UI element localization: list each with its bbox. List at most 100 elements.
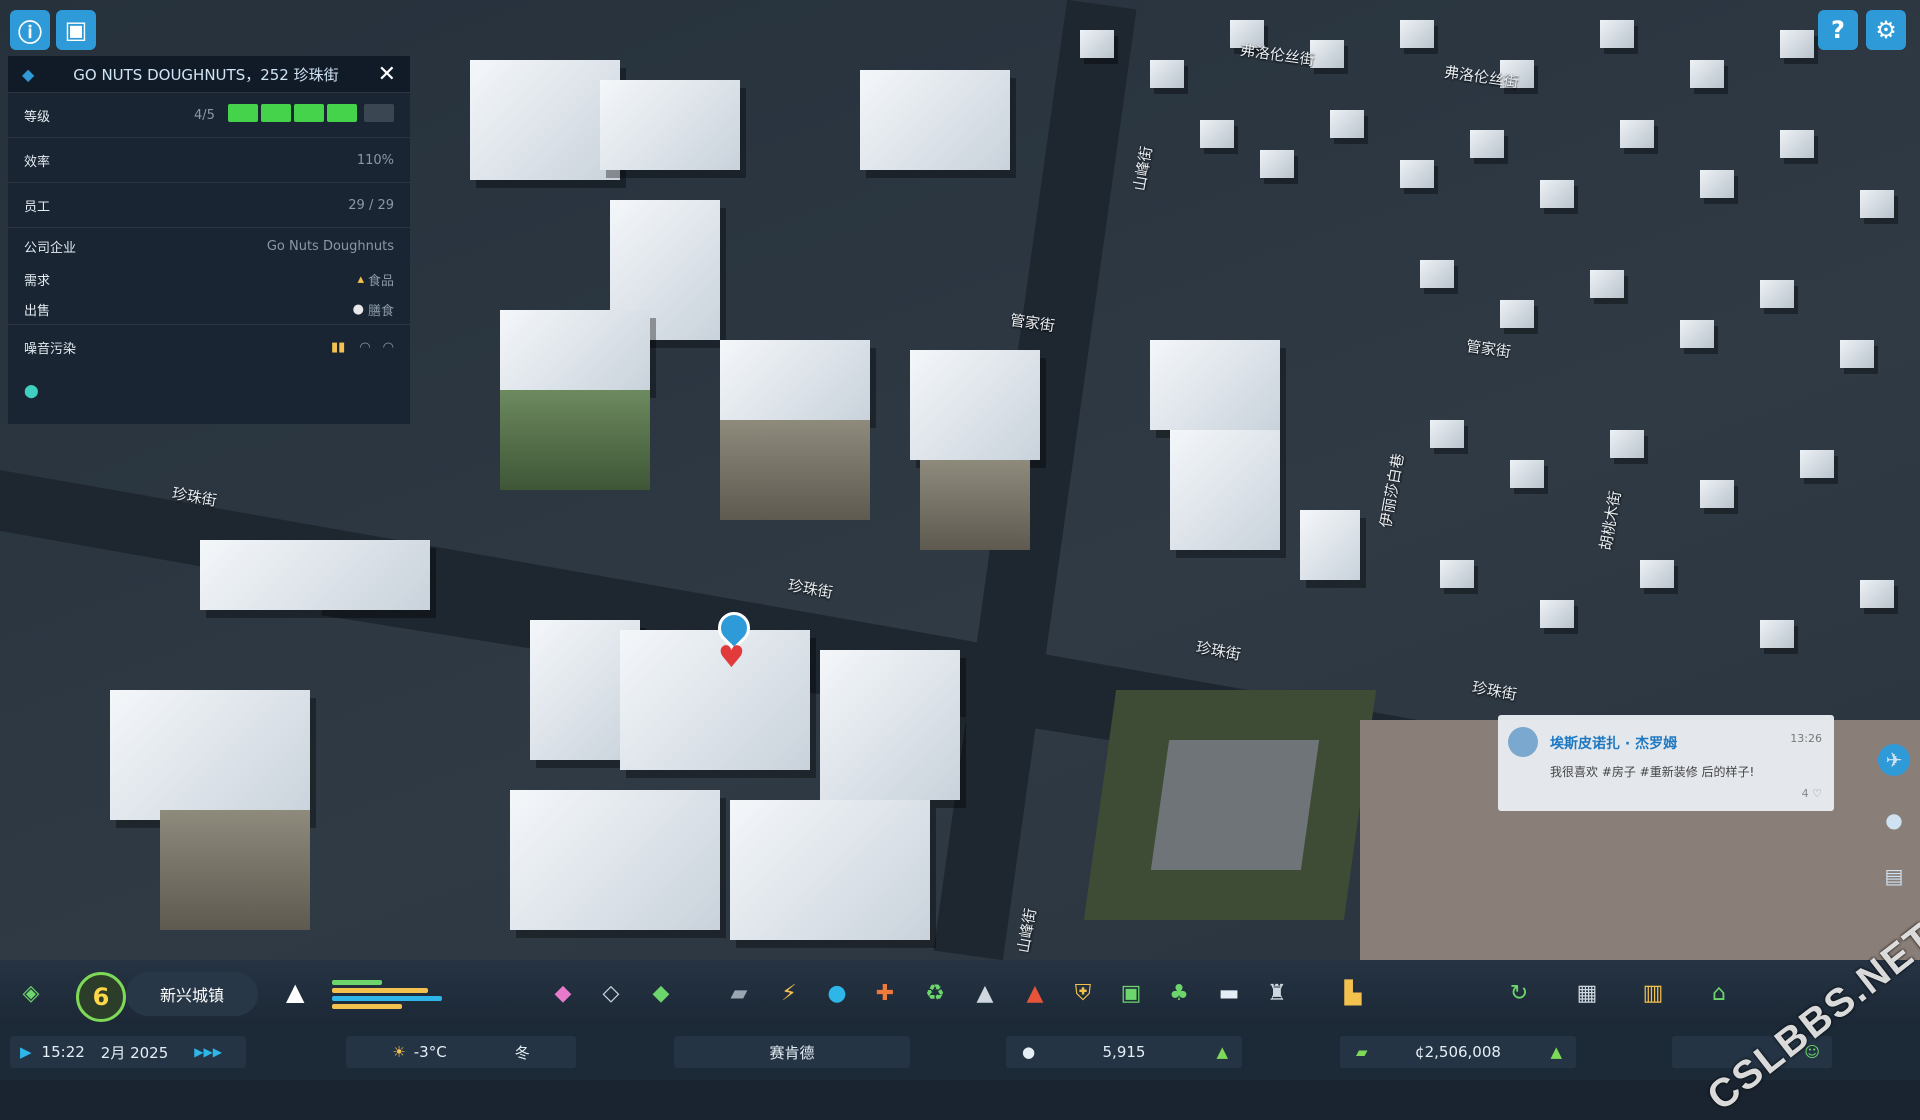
layers-icon[interactable]: ◆ bbox=[22, 65, 34, 84]
sun-icon: ☀ bbox=[392, 1043, 406, 1061]
demand-row: 需求 ▴ 食品 bbox=[24, 271, 394, 289]
help-button[interactable]: ? bbox=[1818, 10, 1858, 50]
bottom-toolbar: ◈ ▲ ◆ ◇ ◆ ▰ ⚡ ● ✚ ♻ ▲ ▲ ⛨ ▣ ♣ ▬ ♜ ▙ ↻ ▦ … bbox=[0, 960, 1920, 1026]
city-info-button[interactable]: ▲ bbox=[282, 974, 462, 1014]
locate-pin-icon[interactable]: ⬤ bbox=[24, 384, 39, 399]
map-overview-button[interactable]: ▦ bbox=[1570, 976, 1604, 1010]
landscaping-tool[interactable]: ◆ bbox=[644, 976, 678, 1010]
chirp-author[interactable]: 埃斯皮诺扎 · 杰罗姆 bbox=[1550, 733, 1677, 753]
milestone-badge[interactable]: 6 bbox=[76, 972, 126, 1022]
efficiency-row: 效率 110% bbox=[8, 137, 410, 182]
electricity-tool[interactable]: ⚡ bbox=[772, 976, 806, 1010]
locate-row: ⬤ bbox=[8, 369, 410, 413]
noise-level-icon: ▮▮ bbox=[331, 339, 346, 355]
play-icon[interactable]: ▶ bbox=[20, 1043, 32, 1061]
health-icon: ✚ bbox=[875, 980, 895, 1006]
speed-icon[interactable]: ▶▶▶ bbox=[194, 1045, 222, 1059]
bar-chart-icon: ▥ bbox=[1642, 980, 1664, 1006]
tree-icon: ♣ bbox=[1169, 980, 1189, 1006]
gear-icon: ⚙ bbox=[1875, 16, 1897, 44]
road-icon: ▰ bbox=[730, 980, 748, 1006]
person-icon: ● bbox=[1885, 808, 1903, 832]
level-bar bbox=[225, 104, 394, 126]
money-balance: ¢2,506,008 bbox=[1415, 1043, 1501, 1061]
education-tool[interactable]: ▲ bbox=[968, 976, 1002, 1010]
employees-row: 员工 29 / 29 bbox=[8, 182, 410, 227]
photo-mode-button[interactable]: ▣ bbox=[56, 10, 96, 50]
panel-header: ◆ GO NUTS DOUGHNUTS，252 珍珠街 ✕ bbox=[8, 56, 410, 92]
chirper-button[interactable]: ✈ bbox=[1878, 744, 1910, 776]
bulldozer-tool[interactable]: ▙ bbox=[1336, 976, 1370, 1010]
season: 冬 bbox=[514, 1043, 530, 1062]
info-view-button[interactable]: ⓘ bbox=[10, 10, 50, 50]
communications-tool[interactable]: ▬ bbox=[1212, 976, 1246, 1010]
game-date: 2月 2025 bbox=[100, 1043, 169, 1062]
street-label: 山峰街 bbox=[1130, 144, 1156, 193]
area-tool[interactable]: ◇ bbox=[594, 976, 628, 1010]
photo-mode-icon: ▣ bbox=[64, 16, 88, 44]
weather-box[interactable]: ☀ -3°C 冬 bbox=[346, 1036, 576, 1068]
healthcare-tool[interactable]: ✚ bbox=[868, 976, 902, 1010]
headphones-icon: ◠ bbox=[359, 339, 371, 355]
monument-icon: ♜ bbox=[1267, 980, 1287, 1006]
game-time: 15:22 bbox=[41, 1043, 85, 1061]
money-icon: ▰ bbox=[1356, 1043, 1368, 1061]
economy-button[interactable]: ⌂ bbox=[1702, 976, 1736, 1010]
chirp-likes[interactable]: 4 ♡ bbox=[1802, 787, 1822, 800]
mayor-box[interactable]: 赛肯德 bbox=[674, 1036, 910, 1068]
city-name[interactable]: 新兴城镇 bbox=[126, 972, 258, 1016]
journal-icon: ▤ bbox=[1884, 864, 1904, 888]
temperature: -3°C bbox=[413, 1043, 447, 1061]
garbage-tool[interactable]: ♻ bbox=[918, 976, 952, 1010]
map-tiles-button[interactable]: ◈ bbox=[14, 976, 48, 1010]
level-row: 等级 4/5 bbox=[8, 92, 410, 137]
shield-icon: ⛨ bbox=[1074, 980, 1092, 1006]
mayor-name: 赛肯德 bbox=[769, 1043, 815, 1062]
fire-icon: ▲ bbox=[1026, 980, 1044, 1006]
progression-button[interactable]: ↻ bbox=[1502, 976, 1536, 1010]
chirp-time: 13:26 bbox=[1790, 732, 1822, 745]
avatar bbox=[1508, 727, 1538, 757]
population-count: 5,915 bbox=[1102, 1043, 1146, 1061]
fire-tool[interactable]: ▲ bbox=[1018, 976, 1052, 1010]
lightning-icon: ⚡ bbox=[781, 980, 797, 1006]
money-box[interactable]: ▰ ¢2,506,008 ▲ bbox=[1340, 1036, 1576, 1068]
map-icon: ▦ bbox=[1576, 980, 1598, 1006]
police-tool[interactable]: ⛨ bbox=[1066, 976, 1100, 1010]
trend-up-icon: ▲ bbox=[1216, 1043, 1228, 1061]
chirper-notification[interactable]: 埃斯皮诺扎 · 杰罗姆 13:26 我很喜欢 #房子 #重新装修 后的样子! 4… bbox=[1498, 715, 1834, 811]
panel-title: GO NUTS DOUGHNUTS，252 珍珠街 bbox=[73, 65, 339, 84]
street-label: 珍珠街 bbox=[786, 576, 835, 602]
parks-tool[interactable]: ♣ bbox=[1162, 976, 1196, 1010]
street-label: 山峰街 bbox=[1014, 906, 1040, 955]
statistics-button[interactable]: ▥ bbox=[1636, 976, 1670, 1010]
food-icon: ▴ bbox=[357, 271, 364, 287]
street-label: 伊丽莎白巷 bbox=[1376, 452, 1408, 530]
settings-button[interactable]: ⚙ bbox=[1866, 10, 1906, 50]
landscaping-icon: ◆ bbox=[652, 980, 670, 1006]
info-icon: ⓘ bbox=[18, 18, 42, 47]
company-row: 公司企业 Go Nuts Doughnuts bbox=[8, 227, 410, 264]
water-drop-icon: ● bbox=[827, 980, 847, 1006]
trend-up-icon: ▲ bbox=[1550, 1043, 1562, 1061]
population-box[interactable]: ● 5,915 ▲ bbox=[1006, 1036, 1242, 1068]
water-tool[interactable]: ● bbox=[820, 976, 854, 1010]
house-icon: ⌂ bbox=[1712, 980, 1726, 1006]
person-icon: ● bbox=[1022, 1043, 1036, 1061]
status-bar: ▶ 15:22 2月 2025 ▶▶▶ ☀ -3°C 冬 赛肯德 ● 5,915… bbox=[0, 1026, 1920, 1080]
recycle-icon: ♻ bbox=[925, 980, 945, 1006]
citizens-button[interactable]: ● bbox=[1878, 804, 1910, 836]
landmarks-tool[interactable]: ♜ bbox=[1260, 976, 1294, 1010]
meal-icon: ● bbox=[352, 301, 364, 317]
bulldozer-icon: ▙ bbox=[1344, 980, 1362, 1006]
journal-button[interactable]: ▤ bbox=[1878, 860, 1910, 892]
zoning-tool[interactable]: ◆ bbox=[546, 976, 580, 1010]
chirp-message: 我很喜欢 #房子 #重新装修 后的样子! bbox=[1550, 765, 1755, 779]
zoning-icon: ◆ bbox=[554, 980, 572, 1006]
graduation-cap-icon: ▲ bbox=[976, 980, 994, 1006]
close-icon[interactable]: ✕ bbox=[378, 62, 396, 87]
transport-tool[interactable]: ▣ bbox=[1114, 976, 1148, 1010]
street-label: 珍珠街 bbox=[1194, 638, 1243, 664]
map-tiles-icon: ◈ bbox=[22, 980, 40, 1006]
roads-tool[interactable]: ▰ bbox=[722, 976, 756, 1010]
